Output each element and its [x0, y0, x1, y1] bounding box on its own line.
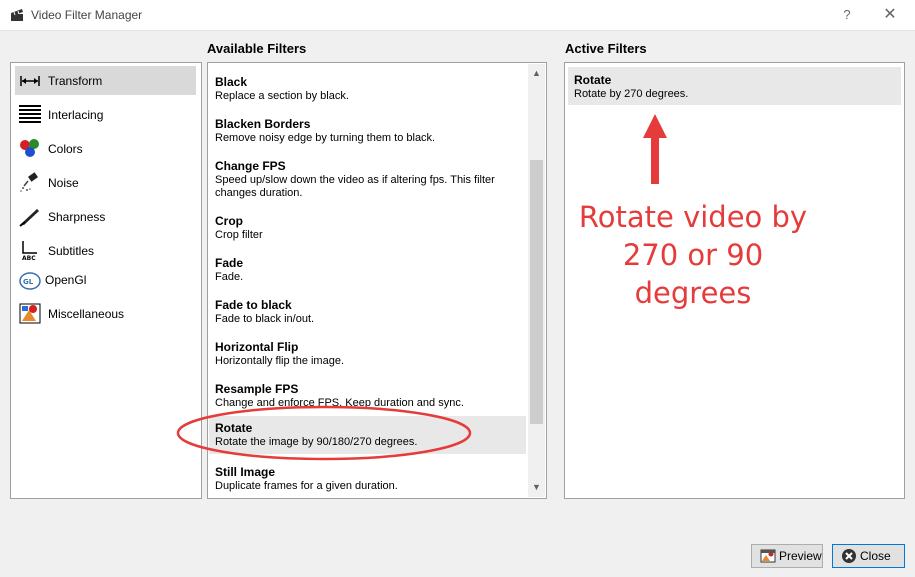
available-filters-header: Available Filters	[207, 41, 307, 56]
active-filter-rotate[interactable]: Rotate Rotate by 270 degrees.	[568, 67, 901, 105]
preview-label: Preview	[779, 549, 822, 563]
svg-text:ABC: ABC	[22, 255, 36, 261]
filter-name: Resample FPS	[215, 382, 299, 396]
filter-name: Black	[215, 75, 248, 89]
window-close-button[interactable]: ✕	[876, 4, 904, 26]
category-opengl[interactable]: GL OpenGl	[15, 270, 196, 292]
filter-name: Fade	[215, 256, 244, 270]
filter-item-black[interactable]: Black Replace a section by black.	[209, 69, 526, 107]
filter-name: Rotate	[574, 73, 612, 87]
filter-item-crop[interactable]: Crop Crop filter	[209, 208, 526, 246]
category-label: Sharpness	[48, 210, 106, 224]
filter-item-fade[interactable]: Fade Fade.	[209, 250, 526, 288]
noise-icon	[20, 172, 38, 192]
filter-name: Change FPS	[215, 159, 286, 173]
clapperboard-icon	[11, 9, 23, 21]
highlight-ellipse	[176, 405, 472, 461]
category-label: Interlacing	[48, 108, 104, 122]
annotation-arrow-icon	[643, 114, 667, 184]
subtitles-icon: ABC	[22, 241, 37, 261]
category-label: Subtitles	[48, 244, 95, 258]
scroll-up-arrow-icon[interactable]: ▲	[528, 65, 545, 82]
category-label: Colors	[48, 142, 83, 156]
available-filters-scrollbar[interactable]: ▲ ▼	[528, 64, 545, 497]
preview-button[interactable]: Preview	[751, 544, 823, 568]
category-subtitles[interactable]: ABC Subtitles	[15, 236, 196, 265]
filter-item-fade-to-black[interactable]: Fade to black Fade to black in/out.	[209, 292, 526, 330]
close-label: Close	[860, 549, 891, 563]
scrollbar-thumb[interactable]	[530, 160, 543, 424]
help-button[interactable]: ?	[833, 4, 861, 26]
filter-name: Horizontal Flip	[215, 340, 299, 354]
filter-description: Rotate by 270 degrees.	[574, 88, 689, 100]
filter-name: Crop	[215, 214, 243, 228]
close-button[interactable]: Close	[832, 544, 905, 568]
window-title: Video Filter Manager	[31, 8, 143, 22]
annotation-line: 270 or 90	[622, 238, 764, 272]
filter-name: Blacken Borders	[215, 117, 311, 131]
category-colors[interactable]: Colors	[15, 134, 196, 163]
sharpness-icon	[19, 209, 39, 227]
annotation-line: Rotate video by	[578, 200, 808, 234]
category-sharpness[interactable]: Sharpness	[15, 202, 196, 231]
category-noise[interactable]: Noise	[15, 168, 196, 197]
filter-description: Speed up/slow down the video as if alter…	[215, 174, 495, 199]
miscellaneous-icon	[19, 303, 41, 324]
filter-description: Fade.	[215, 271, 244, 283]
filter-description: Fade to black in/out.	[215, 313, 315, 325]
filter-description: Duplicate frames for a given duration.	[215, 480, 398, 492]
preview-icon	[760, 549, 776, 563]
category-label: Noise	[48, 176, 79, 190]
filter-description: Replace a section by black.	[215, 90, 349, 102]
filter-item-horizontal-flip[interactable]: Horizontal Flip Horizontally flip the im…	[209, 334, 526, 372]
transform-icon	[20, 76, 40, 86]
interlacing-icon	[19, 105, 41, 123]
category-transform[interactable]: Transform	[15, 66, 196, 95]
category-miscellaneous[interactable]: Miscellaneous	[15, 299, 196, 328]
category-label: Miscellaneous	[48, 307, 125, 321]
filter-description: Horizontally flip the image.	[215, 355, 345, 367]
opengl-icon: GL	[19, 272, 41, 290]
colors-icon	[20, 139, 39, 157]
category-list: Transform Interlacing Colors Noise Sharp…	[10, 62, 202, 499]
annotation-line: degrees	[634, 276, 752, 310]
filter-item-blacken-borders[interactable]: Blacken Borders Remove noisy edge by tur…	[209, 111, 526, 149]
close-circle-icon	[842, 549, 856, 563]
filter-description: Remove noisy edge by turning them to bla…	[215, 132, 436, 144]
filter-item-change-fps[interactable]: Change FPS Speed up/slow down the video …	[209, 153, 526, 204]
filter-description: Crop filter	[215, 229, 263, 241]
filter-name: Still Image	[215, 465, 276, 479]
category-interlacing[interactable]: Interlacing	[15, 100, 196, 129]
annotation-text: Rotate video by 270 or 90 degrees	[565, 198, 821, 312]
filter-name: Fade to black	[215, 298, 292, 312]
category-label: OpenGl	[45, 273, 87, 287]
scroll-down-arrow-icon[interactable]: ▼	[528, 479, 545, 496]
category-label: Transform	[48, 74, 103, 88]
title-bar: Video Filter Manager ? ✕	[0, 0, 915, 31]
active-filters-header: Active Filters	[565, 41, 647, 56]
svg-text:GL: GL	[23, 278, 34, 286]
